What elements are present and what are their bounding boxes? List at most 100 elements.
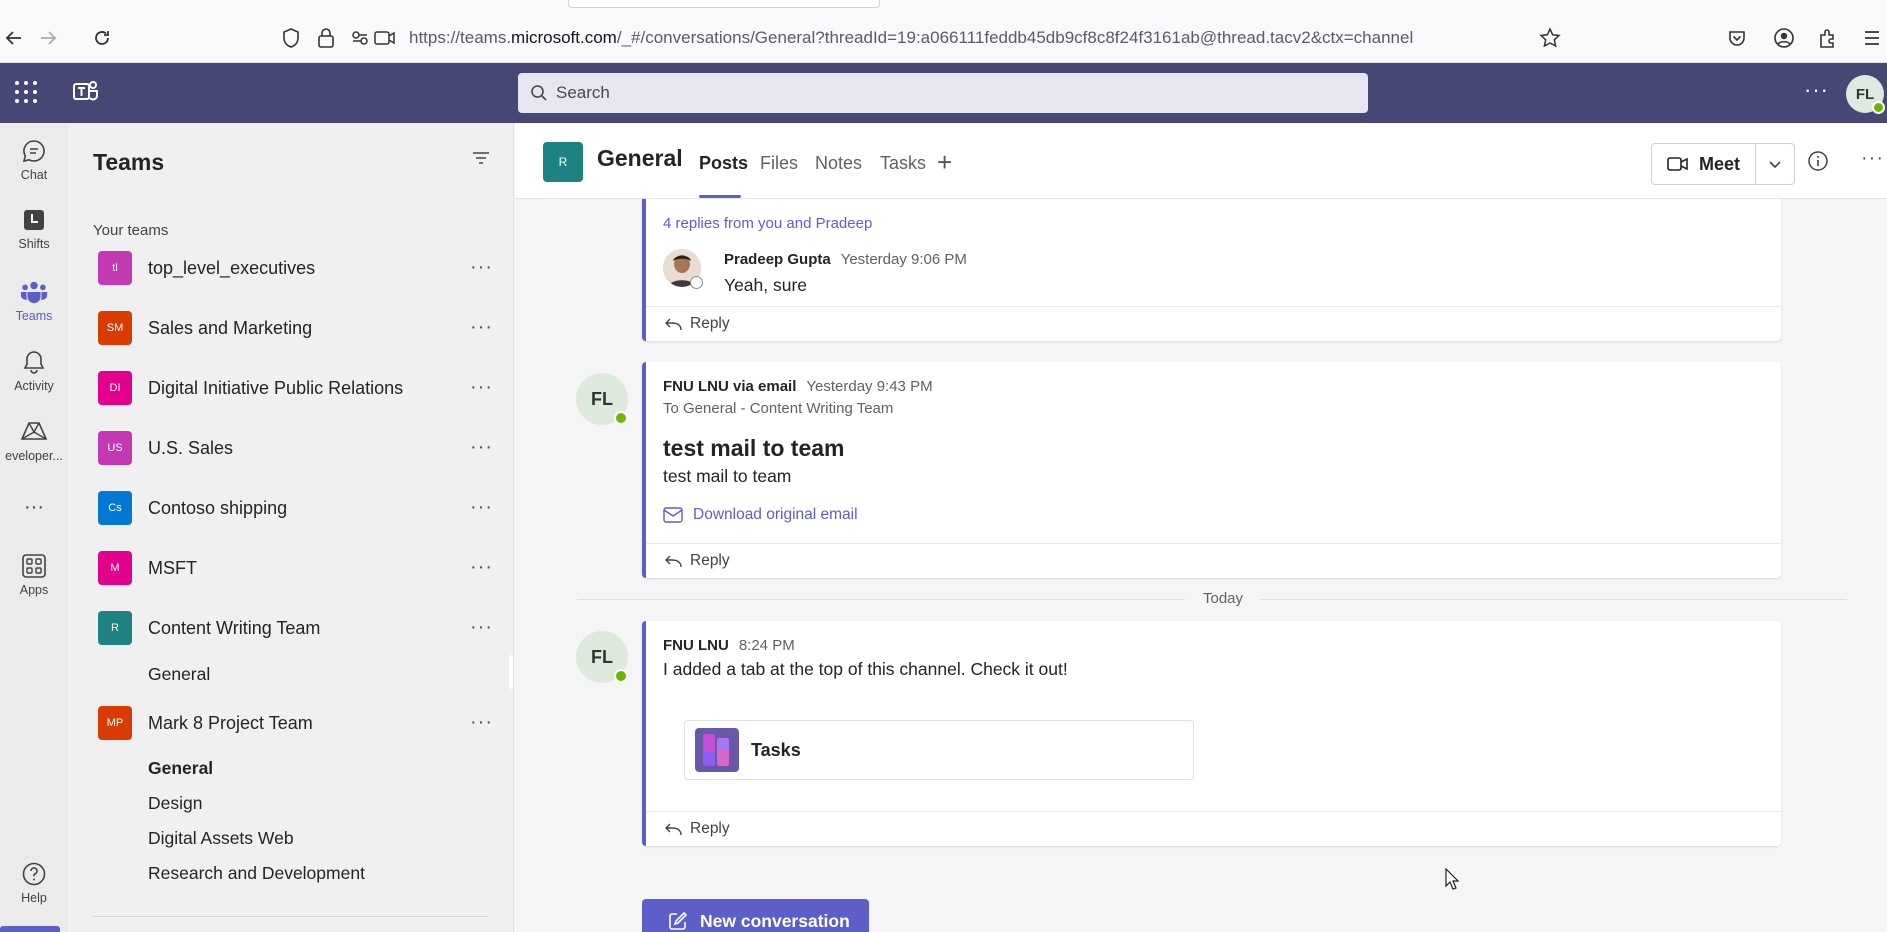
rail-activity-label: Activity: [14, 378, 54, 393]
rail-shifts[interactable]: Shifts: [0, 198, 68, 258]
tab-files[interactable]: Files: [760, 153, 798, 174]
team-avatar: Cs: [98, 491, 132, 525]
filter-icon[interactable]: [472, 151, 490, 170]
tasks-tab-card[interactable]: Tasks: [684, 720, 1194, 780]
reply-button[interactable]: Reply: [646, 811, 1781, 846]
team-row[interactable]: R Content Writing Team ···: [68, 603, 514, 655]
team-avatar: tl: [98, 251, 132, 285]
team-more-button[interactable]: ···: [470, 436, 493, 459]
message-header: FNU LNU via email Yesterday 9:43 PM: [663, 378, 933, 396]
browser-tab-stub: [568, 0, 880, 8]
apps-icon: [20, 552, 48, 580]
browser-toolbar: https://teams.microsoft.com/_#/conversat…: [0, 0, 1887, 63]
url-domain: microsoft.com: [511, 28, 617, 47]
search-placeholder: Search: [556, 83, 610, 102]
add-tab-button[interactable]: +: [937, 147, 952, 178]
team-more-button[interactable]: ···: [470, 376, 493, 399]
address-bar[interactable]: https://teams.microsoft.com/_#/conversat…: [409, 28, 1413, 48]
settings-more-button[interactable]: ···: [1804, 77, 1829, 103]
forward-icon[interactable]: [34, 24, 62, 52]
channel-general-content-writing[interactable]: General: [148, 664, 210, 685]
search-input[interactable]: Search: [518, 73, 1368, 113]
teams-list-pane: Teams Your teams tl top_level_executives…: [68, 123, 514, 932]
team-more-button[interactable]: ···: [470, 316, 493, 339]
reply-arrow-icon: [665, 555, 682, 568]
channel-digital-assets-web[interactable]: Digital Assets Web: [148, 828, 294, 849]
lock-icon[interactable]: [314, 26, 338, 50]
team-name: Digital Initiative Public Relations: [148, 378, 404, 398]
planner-tasks-icon: [695, 728, 739, 772]
tab-tasks[interactable]: Tasks: [880, 153, 926, 174]
team-more-button[interactable]: ···: [470, 711, 493, 734]
team-row[interactable]: Cs Contoso shipping ···: [68, 483, 514, 535]
extensions-icon[interactable]: [1816, 26, 1840, 50]
team-row[interactable]: DI Digital Initiative Public Relations ·…: [68, 363, 514, 415]
rail-more-apps[interactable]: ···: [0, 477, 68, 537]
chat-icon: [20, 137, 48, 165]
team-more-button[interactable]: ···: [470, 256, 493, 279]
reload-icon[interactable]: [88, 24, 116, 52]
url-path: /_#/conversations/General?threadId=19:a0…: [616, 28, 1414, 47]
info-icon[interactable]: [1807, 150, 1829, 177]
rail-teams[interactable]: Teams: [0, 270, 68, 330]
meet-button[interactable]: Meet: [1652, 144, 1756, 184]
tab-notes[interactable]: Notes: [815, 153, 862, 174]
tab-posts[interactable]: Posts: [699, 153, 748, 174]
rail-help[interactable]: Help: [0, 852, 68, 912]
message-author: FNU LNU: [663, 637, 729, 654]
menu-icon[interactable]: [1860, 26, 1884, 50]
reply-arrow-icon: [665, 823, 682, 836]
reply-arrow-icon: [665, 318, 682, 331]
team-row[interactable]: M MSFT ···: [68, 543, 514, 595]
team-row[interactable]: MP Mark 8 Project Team ···: [68, 698, 514, 750]
user-avatar[interactable]: FL: [1846, 75, 1885, 114]
channel-design[interactable]: Design: [148, 793, 202, 814]
account-icon[interactable]: [1772, 26, 1796, 50]
shield-icon[interactable]: [279, 26, 303, 50]
rail-apps[interactable]: Apps: [0, 544, 68, 604]
bell-icon: [20, 348, 48, 376]
teams-pane-title: Teams: [93, 149, 165, 175]
team-more-button[interactable]: ···: [470, 556, 493, 579]
rail-activity[interactable]: Activity: [0, 340, 68, 400]
channel-general-mark8[interactable]: General: [148, 758, 213, 779]
rail-shifts-label: Shifts: [18, 236, 50, 251]
bookmark-star-icon[interactable]: [1538, 26, 1562, 50]
reply-button[interactable]: Reply: [646, 543, 1781, 578]
email-subject: test mail to team: [663, 435, 845, 461]
team-more-button[interactable]: ···: [470, 616, 493, 639]
download-original-email-link[interactable]: Download original email: [663, 506, 858, 524]
fl-avatar: FL: [576, 373, 628, 425]
team-avatar: MP: [98, 706, 132, 740]
teams-logo-icon: [72, 78, 100, 111]
download-label: Download original email: [693, 506, 858, 523]
meet-dropdown-button[interactable]: [1756, 144, 1794, 184]
team-avatar: US: [98, 431, 132, 465]
channel-research-and-development[interactable]: Research and Development: [148, 863, 365, 884]
team-more-button[interactable]: ···: [470, 496, 493, 519]
reply-button[interactable]: Reply: [646, 306, 1781, 341]
team-row[interactable]: SM Sales and Marketing ···: [68, 303, 514, 355]
replies-summary-link[interactable]: 4 replies from you and Pradeep: [663, 215, 872, 232]
team-row[interactable]: tl top_level_executives ···: [68, 243, 514, 295]
rail-developer[interactable]: eveloper...: [0, 410, 68, 470]
pocket-icon[interactable]: [1725, 26, 1749, 50]
new-conversation-button[interactable]: New conversation: [642, 899, 869, 932]
rail-chat[interactable]: Chat: [0, 129, 68, 189]
user-initials: FL: [1855, 85, 1875, 103]
channel-header: R General Posts Files Notes Tasks + Meet…: [515, 123, 1887, 199]
new-conversation-label: New conversation: [700, 910, 850, 931]
app-rail: Chat Shifts Teams Activity eveloper... ·…: [0, 123, 68, 932]
team-avatar: R: [98, 611, 132, 645]
team-name: Content Writing Team: [148, 618, 321, 638]
active-tab-indicator: [699, 195, 741, 198]
team-row[interactable]: US U.S. Sales ···: [68, 423, 514, 475]
your-teams-label: Your teams: [93, 222, 169, 239]
back-icon[interactable]: [0, 24, 28, 52]
channel-team-avatar: R: [543, 142, 583, 182]
mouse-cursor-icon: [1445, 867, 1460, 895]
permissions-icon[interactable]: [348, 26, 400, 50]
app-launcher-icon[interactable]: [14, 80, 38, 109]
compose-icon: [669, 911, 688, 930]
channel-more-button[interactable]: ···: [1861, 147, 1884, 170]
